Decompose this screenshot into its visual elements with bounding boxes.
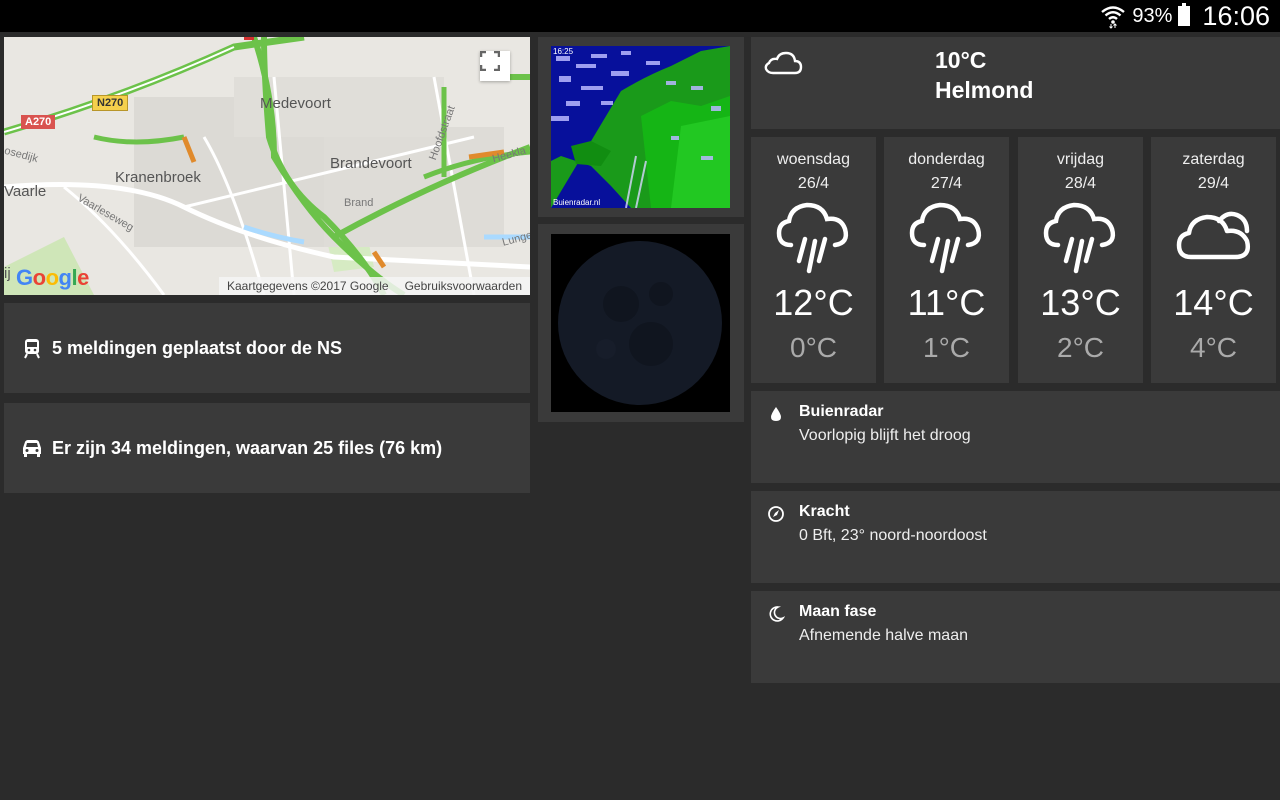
forecast-low: 4°C <box>1190 332 1237 363</box>
forecast-day[interactable]: woensdag 26/4 12°C 0°C <box>751 137 876 383</box>
moon-image <box>551 234 730 412</box>
forecast-day-date: 28/4 <box>1064 175 1097 192</box>
radar-card[interactable]: 16:25 Buienradar.nl <box>538 37 744 217</box>
moon-phase-text: Afnemende halve maan <box>799 627 968 644</box>
rain-icon <box>776 202 849 274</box>
buienradar-card[interactable]: Buienradar Voorlopig blijft het droog <box>751 391 1280 483</box>
traffic-notice-card[interactable]: Er zijn 34 meldingen, waarvan 25 files (… <box>4 403 530 493</box>
rain-icon <box>1043 202 1116 274</box>
cloud-icon <box>764 51 803 75</box>
moon-card <box>538 224 744 422</box>
traffic-map[interactable]: Medevoort Kranenbroek Brandevoort Vaarle… <box>4 37 530 295</box>
forecast-high: 12°C <box>773 282 854 323</box>
radar-credit: Buienradar.nl <box>553 198 601 207</box>
status-bar: 93% 16:06 <box>0 0 1280 32</box>
forecast-day[interactable]: zaterdag 29/4 14°C 4°C <box>1151 137 1276 383</box>
current-weather-card[interactable]: 10°C Helmond <box>751 37 1280 129</box>
crescent-moon-icon <box>769 606 785 622</box>
wifi-icon <box>1101 6 1126 29</box>
forecast-day-date: 26/4 <box>797 175 830 192</box>
rain-icon <box>909 202 982 274</box>
forecast-day-name: donderdag <box>908 151 985 168</box>
forecast-day[interactable]: vrijdag 28/4 13°C 2°C <box>1018 137 1143 383</box>
forecast-high: 11°C <box>907 282 986 323</box>
moon-phase-card[interactable]: Maan fase Afnemende halve maan <box>751 591 1280 683</box>
forecast-day-date: 29/4 <box>1197 175 1230 192</box>
forecast-high: 14°C <box>1173 282 1254 323</box>
car-icon <box>23 440 41 457</box>
google-logo: Google <box>16 265 89 290</box>
clock: 16:06 <box>1202 0 1270 31</box>
compass-icon <box>768 506 784 522</box>
forecast-day-name: woensdag <box>777 151 850 168</box>
forecast-day-date: 27/4 <box>930 175 963 192</box>
map-label-left-partial: ij <box>4 265 11 282</box>
forecast-day-name: vrijdag <box>1056 151 1105 168</box>
current-city: Helmond <box>935 77 1034 103</box>
wind-text: 0 Bft, 23° noord-noordoost <box>799 527 987 544</box>
map-attribution: Kaartgegevens ©2017 Google <box>226 279 389 293</box>
fullscreen-icon <box>480 51 500 71</box>
forecast-low: 1°C <box>923 332 970 363</box>
ns-notice-text: 5 meldingen geplaatst door de NS <box>52 337 343 358</box>
road-shield-n270: N270 <box>92 95 129 111</box>
battery-percentage: 93% <box>1132 4 1173 27</box>
forecast-low: 2°C <box>1057 332 1104 363</box>
map-label-brand: Brand <box>344 197 374 209</box>
ns-notice-card[interactable]: 5 meldingen geplaatst door de NS <box>4 303 530 393</box>
wind-title: Kracht <box>799 503 850 520</box>
battery-icon <box>1178 3 1191 26</box>
traffic-notice-text: Er zijn 34 meldingen, waarvan 25 files (… <box>52 437 443 458</box>
forecast-low: 0°C <box>790 332 837 363</box>
fullscreen-button[interactable] <box>480 51 510 81</box>
cloud-icon <box>1176 211 1250 260</box>
map-roads <box>4 37 530 295</box>
train-icon <box>24 339 40 359</box>
forecast-day[interactable]: donderdag 27/4 11°C 1°C <box>884 137 1009 383</box>
map-label-medevoort: Medevoort <box>260 95 331 112</box>
map-label-kranenbroek: Kranenbroek <box>115 169 201 186</box>
rain-radar-image: 16:25 Buienradar.nl <box>551 46 730 208</box>
raindrop-icon <box>771 407 781 421</box>
map-terms-link[interactable]: Gebruiksvoorwaarden <box>405 279 522 293</box>
wind-card[interactable]: Kracht 0 Bft, 23° noord-noordoost <box>751 491 1280 583</box>
buienradar-title: Buienradar <box>799 403 884 420</box>
map-label-vaarle: Vaarle <box>4 183 47 200</box>
forecast-day-name: zaterdag <box>1182 151 1245 168</box>
forecast-high: 13°C <box>1040 282 1121 323</box>
map-label-brandevoort: Brandevoort <box>330 155 412 172</box>
moon-icon <box>558 241 722 405</box>
moon-phase-title: Maan fase <box>799 603 877 620</box>
current-temperature: 10°C <box>935 47 987 73</box>
radar-map <box>551 46 730 208</box>
map-attribution-bar: Kaartgegevens ©2017 Google Gebruiksvoorw… <box>218 277 530 295</box>
buienradar-text: Voorlopig blijft het droog <box>799 427 971 444</box>
road-shield-a270: A270 <box>21 115 56 129</box>
radar-time: 16:25 <box>553 47 574 56</box>
